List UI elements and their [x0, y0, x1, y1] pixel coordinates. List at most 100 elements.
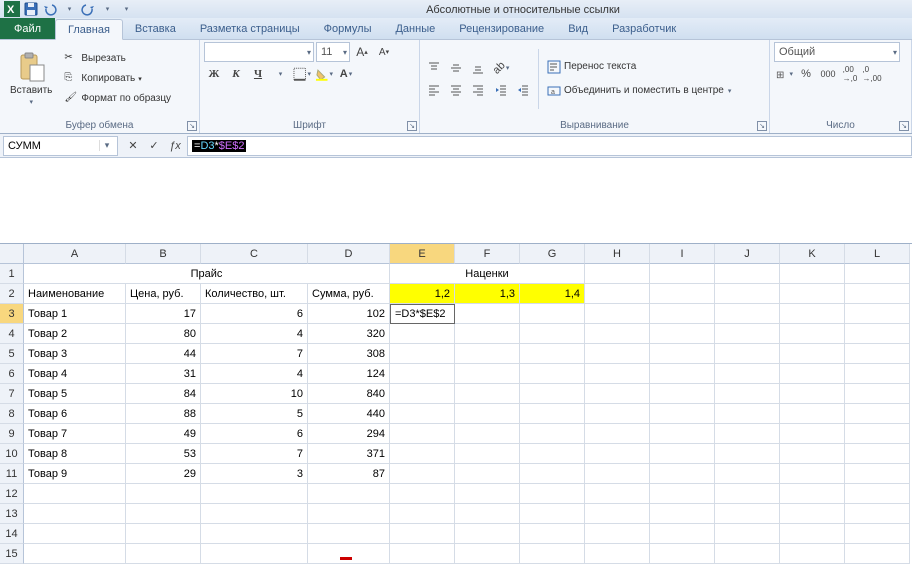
cell[interactable]: [715, 524, 780, 544]
col-header[interactable]: I: [650, 244, 715, 264]
cell[interactable]: [780, 324, 845, 344]
cell[interactable]: 124: [308, 364, 390, 384]
decrease-font-icon[interactable]: A▾: [374, 42, 394, 62]
col-header[interactable]: D: [308, 244, 390, 264]
cell[interactable]: 1,2: [390, 284, 455, 304]
align-center-icon[interactable]: [446, 80, 466, 100]
cell[interactable]: [585, 324, 650, 344]
cell[interactable]: 6: [201, 304, 308, 324]
cell[interactable]: [650, 504, 715, 524]
cell[interactable]: [715, 384, 780, 404]
cut-button[interactable]: ✂Вырезать: [61, 51, 174, 67]
cancel-formula-icon[interactable]: ✕: [123, 136, 143, 156]
cell[interactable]: 49: [126, 424, 201, 444]
cell[interactable]: [390, 384, 455, 404]
cell[interactable]: [585, 524, 650, 544]
row-header[interactable]: 2: [0, 284, 24, 304]
row-header[interactable]: 13: [0, 504, 24, 524]
cell[interactable]: 294: [308, 424, 390, 444]
cell[interactable]: 7: [201, 344, 308, 364]
cell[interactable]: Товар 8: [24, 444, 126, 464]
font-size-combo[interactable]: 11: [316, 42, 350, 62]
cell[interactable]: [780, 384, 845, 404]
bold-button[interactable]: Ж: [204, 64, 224, 84]
cell[interactable]: 31: [126, 364, 201, 384]
cell[interactable]: [390, 424, 455, 444]
cell[interactable]: 88: [126, 404, 201, 424]
italic-button[interactable]: К: [226, 64, 246, 84]
paste-button[interactable]: Вставить ▾: [4, 49, 58, 108]
wrap-text-button[interactable]: Перенос текста: [544, 59, 734, 75]
cell[interactable]: [390, 344, 455, 364]
cell[interactable]: [780, 524, 845, 544]
cell[interactable]: 3: [201, 464, 308, 484]
cell[interactable]: [520, 424, 585, 444]
cell[interactable]: Товар 1: [24, 304, 126, 324]
cell[interactable]: [650, 344, 715, 364]
row-header[interactable]: 10: [0, 444, 24, 464]
cell[interactable]: [308, 524, 390, 544]
cell[interactable]: [650, 424, 715, 444]
row-header[interactable]: 15: [0, 544, 24, 564]
underline-button[interactable]: Ч: [248, 64, 268, 84]
cell[interactable]: [650, 364, 715, 384]
cell[interactable]: [715, 504, 780, 524]
cell[interactable]: 53: [126, 444, 201, 464]
cell[interactable]: 4: [201, 364, 308, 384]
col-header[interactable]: A: [24, 244, 126, 264]
cell[interactable]: [780, 464, 845, 484]
cell[interactable]: [715, 484, 780, 504]
cell[interactable]: [585, 404, 650, 424]
cell[interactable]: [585, 544, 650, 564]
cell[interactable]: [780, 344, 845, 364]
number-dialog-launcher[interactable]: ↘: [899, 121, 909, 131]
cell[interactable]: [650, 324, 715, 344]
tab-formulas[interactable]: Формулы: [312, 18, 384, 39]
cell[interactable]: [201, 524, 308, 544]
cell[interactable]: [455, 484, 520, 504]
cell[interactable]: [455, 444, 520, 464]
cell[interactable]: [520, 364, 585, 384]
cell[interactable]: [308, 544, 390, 564]
cell[interactable]: [520, 404, 585, 424]
cell[interactable]: [650, 304, 715, 324]
cell[interactable]: [845, 404, 910, 424]
row-header[interactable]: 6: [0, 364, 24, 384]
tab-page-layout[interactable]: Разметка страницы: [188, 18, 312, 39]
enter-formula-icon[interactable]: ✓: [144, 136, 164, 156]
cell[interactable]: 1,4: [520, 284, 585, 304]
spreadsheet-grid[interactable]: A B C D E F G H I J K L 1ПрайсНаценки2На…: [0, 244, 912, 564]
row-header[interactable]: 7: [0, 384, 24, 404]
decrease-decimal-icon[interactable]: ,0→,00: [862, 64, 882, 84]
insert-function-icon[interactable]: ƒх: [165, 136, 185, 156]
cell[interactable]: [520, 524, 585, 544]
col-header[interactable]: J: [715, 244, 780, 264]
col-header[interactable]: E: [390, 244, 455, 264]
cell[interactable]: Товар 2: [24, 324, 126, 344]
cell[interactable]: [845, 424, 910, 444]
cell[interactable]: 44: [126, 344, 201, 364]
cell[interactable]: [715, 264, 780, 284]
cell[interactable]: [520, 544, 585, 564]
col-header[interactable]: G: [520, 244, 585, 264]
cell[interactable]: 320: [308, 324, 390, 344]
cell[interactable]: [650, 384, 715, 404]
cell[interactable]: [780, 484, 845, 504]
cell[interactable]: [845, 324, 910, 344]
row-header[interactable]: 1: [0, 264, 24, 284]
cell[interactable]: [650, 484, 715, 504]
comma-style-icon[interactable]: 000: [818, 64, 838, 84]
number-format-combo[interactable]: Общий: [774, 42, 900, 62]
cell[interactable]: [650, 284, 715, 304]
cell[interactable]: 840: [308, 384, 390, 404]
cell[interactable]: Товар 6: [24, 404, 126, 424]
cell[interactable]: 102: [308, 304, 390, 324]
cell[interactable]: [715, 324, 780, 344]
cell[interactable]: [715, 464, 780, 484]
cell[interactable]: Прайс: [24, 264, 390, 284]
cell[interactable]: Товар 4: [24, 364, 126, 384]
cell[interactable]: [585, 304, 650, 324]
cell[interactable]: Товар 5: [24, 384, 126, 404]
cell[interactable]: [585, 264, 650, 284]
cell[interactable]: [780, 304, 845, 324]
